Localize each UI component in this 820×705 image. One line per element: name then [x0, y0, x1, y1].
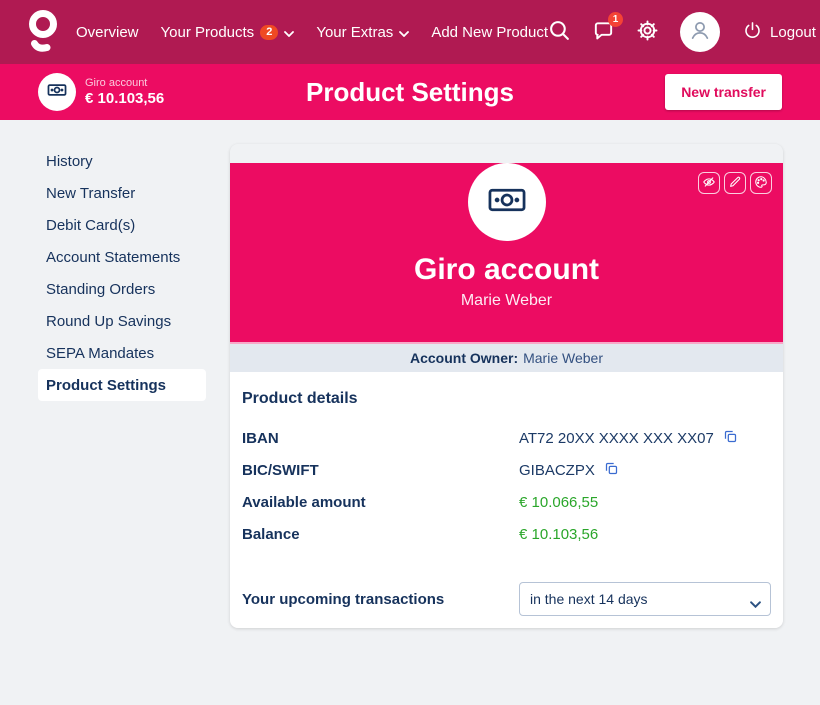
detail-value: AT72 20XX XXXX XXX XX07 — [519, 429, 738, 447]
account-subheader: Giro account € 10.103,56 Product Setting… — [0, 64, 820, 120]
product-card: Giro account Marie Weber Account Owner: … — [230, 144, 783, 628]
theme-product-button[interactable] — [750, 172, 772, 194]
nav-label: Your Products — [161, 24, 255, 41]
copy-icon — [604, 461, 619, 479]
logout-button[interactable]: Logout — [743, 21, 816, 44]
bic-value: GIBACZPX — [519, 462, 595, 479]
palette-icon — [754, 175, 768, 192]
account-owner-value: Marie Weber — [523, 350, 603, 366]
upcoming-range-select[interactable]: in the next 14 days — [519, 582, 771, 616]
upcoming-transactions-row: Your upcoming transactions in the next 1… — [242, 582, 771, 616]
chevron-down-icon — [284, 24, 294, 41]
product-owner-name: Marie Weber — [230, 292, 783, 310]
account-owner-label: Account Owner: — [410, 350, 518, 366]
detail-row-balance: Balance € 10.103,56 — [242, 518, 771, 550]
account-owner-strip: Account Owner: Marie Weber — [230, 344, 783, 372]
notification-badge: 1 — [608, 12, 623, 27]
detail-row-iban: IBAN AT72 20XX XXXX XXX XX07 — [242, 422, 771, 454]
upcoming-transactions-label: Your upcoming transactions — [242, 591, 519, 608]
nav-label: Add New Product — [431, 24, 548, 41]
nav-item-add-new-product[interactable]: Add New Product — [431, 24, 548, 41]
search-icon — [548, 19, 571, 45]
settings-button[interactable] — [636, 19, 659, 45]
george-logo-icon — [22, 7, 60, 58]
iban-value: AT72 20XX XXXX XXX XX07 — [519, 430, 714, 447]
power-icon — [743, 21, 762, 44]
nav-item-your-products[interactable]: Your Products 2 — [161, 24, 295, 41]
nav-item-overview[interactable]: Overview — [76, 24, 139, 41]
account-chip-name: Giro account — [85, 77, 164, 90]
topbar-actions: 1 — [548, 12, 816, 52]
page: Overview Your Products 2 Your Extras Add… — [0, 0, 820, 705]
detail-label: Available amount — [242, 494, 519, 511]
account-chip-text: Giro account € 10.103,56 — [85, 77, 164, 108]
product-card-header: Giro account Marie Weber — [230, 163, 783, 344]
edit-product-button[interactable] — [724, 172, 746, 194]
person-icon — [687, 17, 713, 48]
sidebar-item-debit-cards[interactable]: Debit Card(s) — [38, 209, 206, 241]
sidebar-item-new-transfer[interactable]: New Transfer — [38, 177, 206, 209]
product-sidebar: History New Transfer Debit Card(s) Accou… — [38, 145, 206, 401]
nav-label: Your Extras — [316, 24, 393, 41]
user-avatar[interactable] — [680, 12, 720, 52]
upcoming-range-select-wrap: in the next 14 days — [519, 582, 771, 616]
content-area: History New Transfer Debit Card(s) Accou… — [0, 120, 820, 705]
hide-product-button[interactable] — [698, 172, 720, 194]
nav-label: Overview — [76, 24, 139, 41]
pencil-icon — [728, 175, 742, 192]
nav-item-your-extras[interactable]: Your Extras — [316, 24, 409, 41]
available-amount-value: € 10.066,55 — [519, 494, 598, 511]
product-icon-circle — [468, 163, 546, 241]
copy-bic-button[interactable] — [604, 461, 619, 479]
account-chip[interactable]: Giro account € 10.103,56 — [38, 73, 164, 111]
logout-label: Logout — [770, 24, 816, 41]
bank-logo[interactable] — [22, 7, 60, 58]
product-details-section: Product details IBAN AT72 20XX XXXX XXX … — [230, 372, 783, 628]
account-chip-balance: € 10.103,56 — [85, 90, 164, 108]
copy-icon — [723, 429, 738, 447]
detail-label: IBAN — [242, 430, 519, 447]
copy-iban-button[interactable] — [723, 429, 738, 447]
chevron-down-icon — [399, 24, 409, 41]
page-title: Product Settings — [306, 77, 514, 108]
detail-row-bic: BIC/SWIFT GIBACZPX — [242, 454, 771, 486]
account-circle — [38, 73, 76, 111]
search-button[interactable] — [548, 19, 571, 45]
main-nav: Overview Your Products 2 Your Extras Add… — [76, 24, 548, 41]
messages-button[interactable]: 1 — [592, 19, 615, 45]
detail-row-available-amount: Available amount € 10.066,55 — [242, 486, 771, 518]
detail-label: BIC/SWIFT — [242, 462, 519, 479]
products-count-badge: 2 — [260, 25, 278, 40]
banknote-icon — [46, 79, 68, 106]
sidebar-item-round-up-savings[interactable]: Round Up Savings — [38, 305, 206, 337]
product-details-heading: Product details — [242, 390, 771, 408]
new-transfer-button[interactable]: New transfer — [665, 74, 782, 110]
card-actions — [698, 172, 772, 194]
sidebar-item-product-settings[interactable]: Product Settings — [38, 369, 206, 401]
sidebar-item-history[interactable]: History — [38, 145, 206, 177]
top-navigation-bar: Overview Your Products 2 Your Extras Add… — [0, 0, 820, 64]
eye-off-icon — [702, 175, 716, 192]
sidebar-item-standing-orders[interactable]: Standing Orders — [38, 273, 206, 305]
balance-value: € 10.103,56 — [519, 526, 598, 543]
detail-label: Balance — [242, 526, 519, 543]
banknote-icon — [485, 178, 529, 227]
gear-icon — [636, 19, 659, 45]
detail-value: GIBACZPX — [519, 461, 619, 479]
sidebar-item-sepa-mandates[interactable]: SEPA Mandates — [38, 337, 206, 369]
sidebar-item-account-statements[interactable]: Account Statements — [38, 241, 206, 273]
product-title: Giro account — [230, 253, 783, 287]
